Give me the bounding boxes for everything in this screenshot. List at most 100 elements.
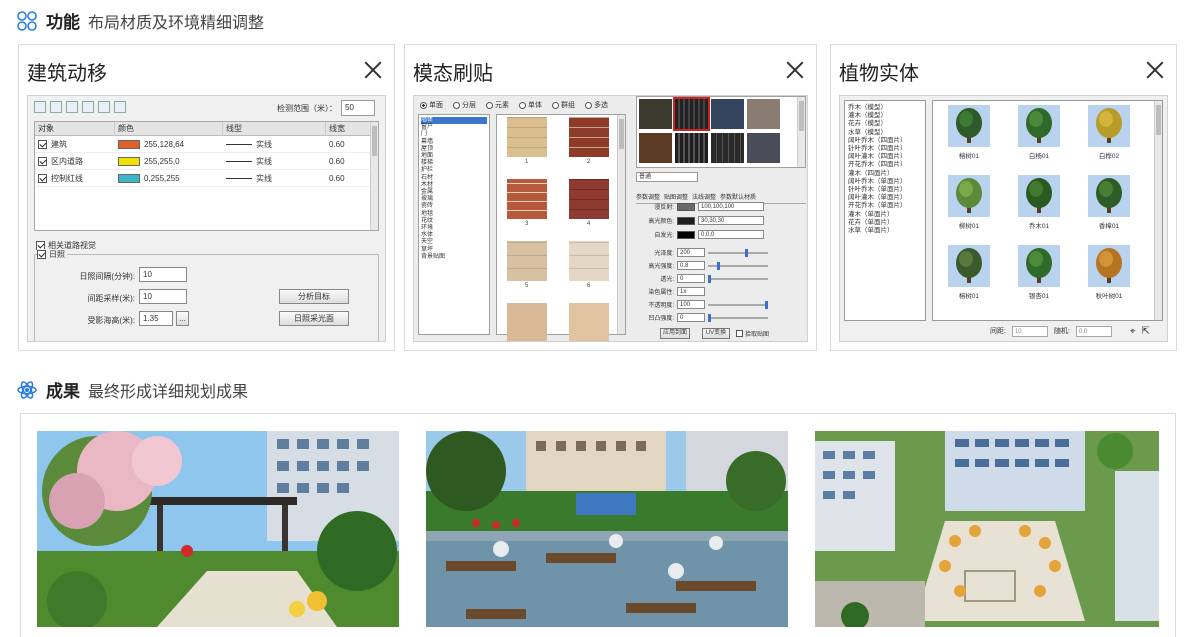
browse-button[interactable]: ...	[176, 311, 189, 326]
shadow-input[interactable]: 1.35	[139, 311, 173, 326]
tree-item[interactable]: 乔木01	[1017, 175, 1061, 230]
plant-category[interactable]: 开花乔木（四面片）	[848, 161, 922, 169]
color-swatch[interactable]	[118, 140, 140, 149]
table-row[interactable]: 建筑 255,128,64 实线 0.60	[35, 136, 378, 153]
pick-texture[interactable]: 拾取贴图	[736, 329, 769, 338]
apply-button[interactable]: 应用到面	[660, 328, 690, 339]
texture-tile[interactable]	[507, 241, 547, 281]
texture-tile[interactable]	[569, 303, 609, 341]
texture-tile[interactable]	[507, 179, 547, 219]
check-range-input[interactable]: 50	[341, 100, 375, 116]
thumb-scrollbar[interactable]	[797, 97, 805, 167]
table-row[interactable]: 区内道路 255,255,0 实线 0.60	[35, 153, 378, 170]
table-row[interactable]: 控制红线 0,255,255 实线 0.60	[35, 170, 378, 187]
tree-item[interactable]: 柳树01	[947, 175, 991, 230]
category-item[interactable]: 幕墙	[421, 139, 487, 146]
plant-category[interactable]: 针叶乔木（四面片）	[848, 145, 922, 153]
plant-category[interactable]: 开花乔木（单面片）	[848, 202, 922, 210]
category-item[interactable]: 花纹	[421, 218, 487, 225]
tree-item[interactable]: 榕树01	[947, 245, 991, 300]
col-linetype[interactable]: 线型	[223, 122, 326, 136]
plant-category[interactable]: 灌木（四面片）	[848, 170, 922, 178]
cursor-icon[interactable]: ⇱	[1142, 326, 1150, 337]
param-value[interactable]: 30,30,30	[698, 216, 764, 225]
uv-button[interactable]: UV变换	[702, 328, 730, 339]
plant-category-list[interactable]: 乔木（模型） 灌木（模型） 花卉（模型） 水草（模型） 阔叶乔木（四面片） 针叶乔木（四面…	[844, 100, 926, 321]
material-thumb[interactable]	[711, 133, 744, 163]
texture-tile[interactable]	[507, 117, 547, 157]
analyze-button[interactable]: 分析目标	[279, 289, 349, 304]
table-scrollbar[interactable]	[370, 122, 378, 230]
param-input[interactable]: 1x	[677, 287, 705, 296]
plant-category[interactable]: 花卉（单面片）	[848, 219, 922, 227]
undo-icon[interactable]	[50, 101, 62, 113]
param-value[interactable]: 100,100,100	[698, 202, 764, 211]
col-object[interactable]: 对象	[35, 122, 115, 136]
radio-unit[interactable]: 单体	[519, 100, 542, 110]
param-slider[interactable]	[708, 300, 768, 309]
color-swatch[interactable]	[677, 202, 695, 211]
radio-element[interactable]: 元素	[486, 100, 509, 110]
color-swatch[interactable]	[677, 230, 695, 239]
tab-normal[interactable]: 法线调整	[692, 192, 716, 201]
category-item[interactable]: 石材	[421, 175, 487, 182]
category-item[interactable]: 窗户	[421, 124, 487, 131]
plant-grid[interactable]: 榕树01 白杨01 白桦02 柳树01 乔木01 香樟01 榕树01 银杏01 秋叶树01	[932, 100, 1163, 321]
param-slider[interactable]	[708, 261, 768, 270]
tree-item[interactable]: 银杏01	[1017, 245, 1061, 300]
tab-default[interactable]: 参数默认材质	[720, 192, 756, 201]
spacing-input[interactable]: 10	[139, 289, 187, 304]
row-checkbox[interactable]	[38, 174, 47, 183]
param-input[interactable]: 100	[677, 300, 705, 309]
pick-icon[interactable]: ⌖	[1130, 326, 1136, 337]
category-list[interactable]: 墙体 窗户门幕墙 屋顶 地面 楼梯 护栏 石材 木材 金属 玻璃 瓷砖 地毯 花纹 环境 水体 天空 草坪 背景贴…	[418, 114, 490, 335]
close-icon[interactable]	[1144, 59, 1166, 81]
material-thumb[interactable]	[711, 99, 744, 129]
plant-category[interactable]: 阔叶乔木（四面片）	[848, 137, 922, 145]
material-thumb[interactable]	[747, 99, 780, 129]
tree-item[interactable]: 香樟01	[1087, 175, 1131, 230]
material-thumb[interactable]	[675, 133, 708, 163]
up-icon[interactable]	[82, 101, 94, 113]
radio-single[interactable]: 单面	[420, 100, 443, 110]
folder-icon[interactable]	[98, 101, 110, 113]
category-item[interactable]: 天空	[421, 239, 487, 246]
color-swatch[interactable]	[677, 216, 695, 225]
material-thumb[interactable]	[747, 133, 780, 163]
plant-category[interactable]: 花卉（模型）	[848, 120, 922, 128]
import-icon[interactable]	[66, 101, 78, 113]
radio-layer[interactable]: 分层	[453, 100, 476, 110]
settings-icon[interactable]	[114, 101, 126, 113]
random-input[interactable]: 0.0	[1075, 325, 1112, 337]
category-item[interactable]: 地毯	[421, 211, 487, 218]
param-input[interactable]: 0	[677, 313, 705, 322]
col-color[interactable]: 颜色	[115, 122, 223, 136]
tab-texture[interactable]: 贴图调整	[664, 192, 688, 201]
color-swatch[interactable]	[118, 157, 140, 166]
texture-tile[interactable]	[569, 117, 609, 157]
tree-item[interactable]: 白杨01	[1017, 105, 1061, 160]
param-input[interactable]: 0.8	[677, 261, 705, 270]
plant-category[interactable]: 阔叶乔木（单面片）	[848, 178, 922, 186]
tree-item[interactable]: 白桦02	[1087, 105, 1131, 160]
sun-checkbox[interactable]	[37, 250, 46, 259]
radio-group[interactable]: 群组	[552, 100, 575, 110]
param-slider[interactable]	[708, 248, 768, 257]
material-thumb[interactable]	[639, 99, 672, 129]
plant-category[interactable]: 灌木（单面片）	[848, 211, 922, 219]
texture-scrollbar[interactable]	[617, 115, 625, 334]
material-thumb[interactable]	[673, 97, 710, 131]
category-item[interactable]: 门	[421, 131, 487, 138]
param-input[interactable]: 200	[677, 248, 705, 257]
material-type-select[interactable]: 普通	[636, 172, 698, 182]
sun-interval-input[interactable]: 10	[139, 267, 187, 282]
category-item[interactable]: 木材	[421, 182, 487, 189]
tab-params[interactable]: 参数调整	[636, 192, 660, 201]
category-item[interactable]: 护栏	[421, 167, 487, 174]
category-item[interactable]: 屋顶	[421, 146, 487, 153]
category-item[interactable]: 背景贴图	[421, 254, 487, 261]
row-checkbox[interactable]	[38, 140, 47, 149]
param-slider[interactable]	[708, 274, 768, 283]
plant-category[interactable]: 水草（模型）	[848, 129, 922, 137]
plant-category[interactable]: 针叶乔木（单面片）	[848, 186, 922, 194]
